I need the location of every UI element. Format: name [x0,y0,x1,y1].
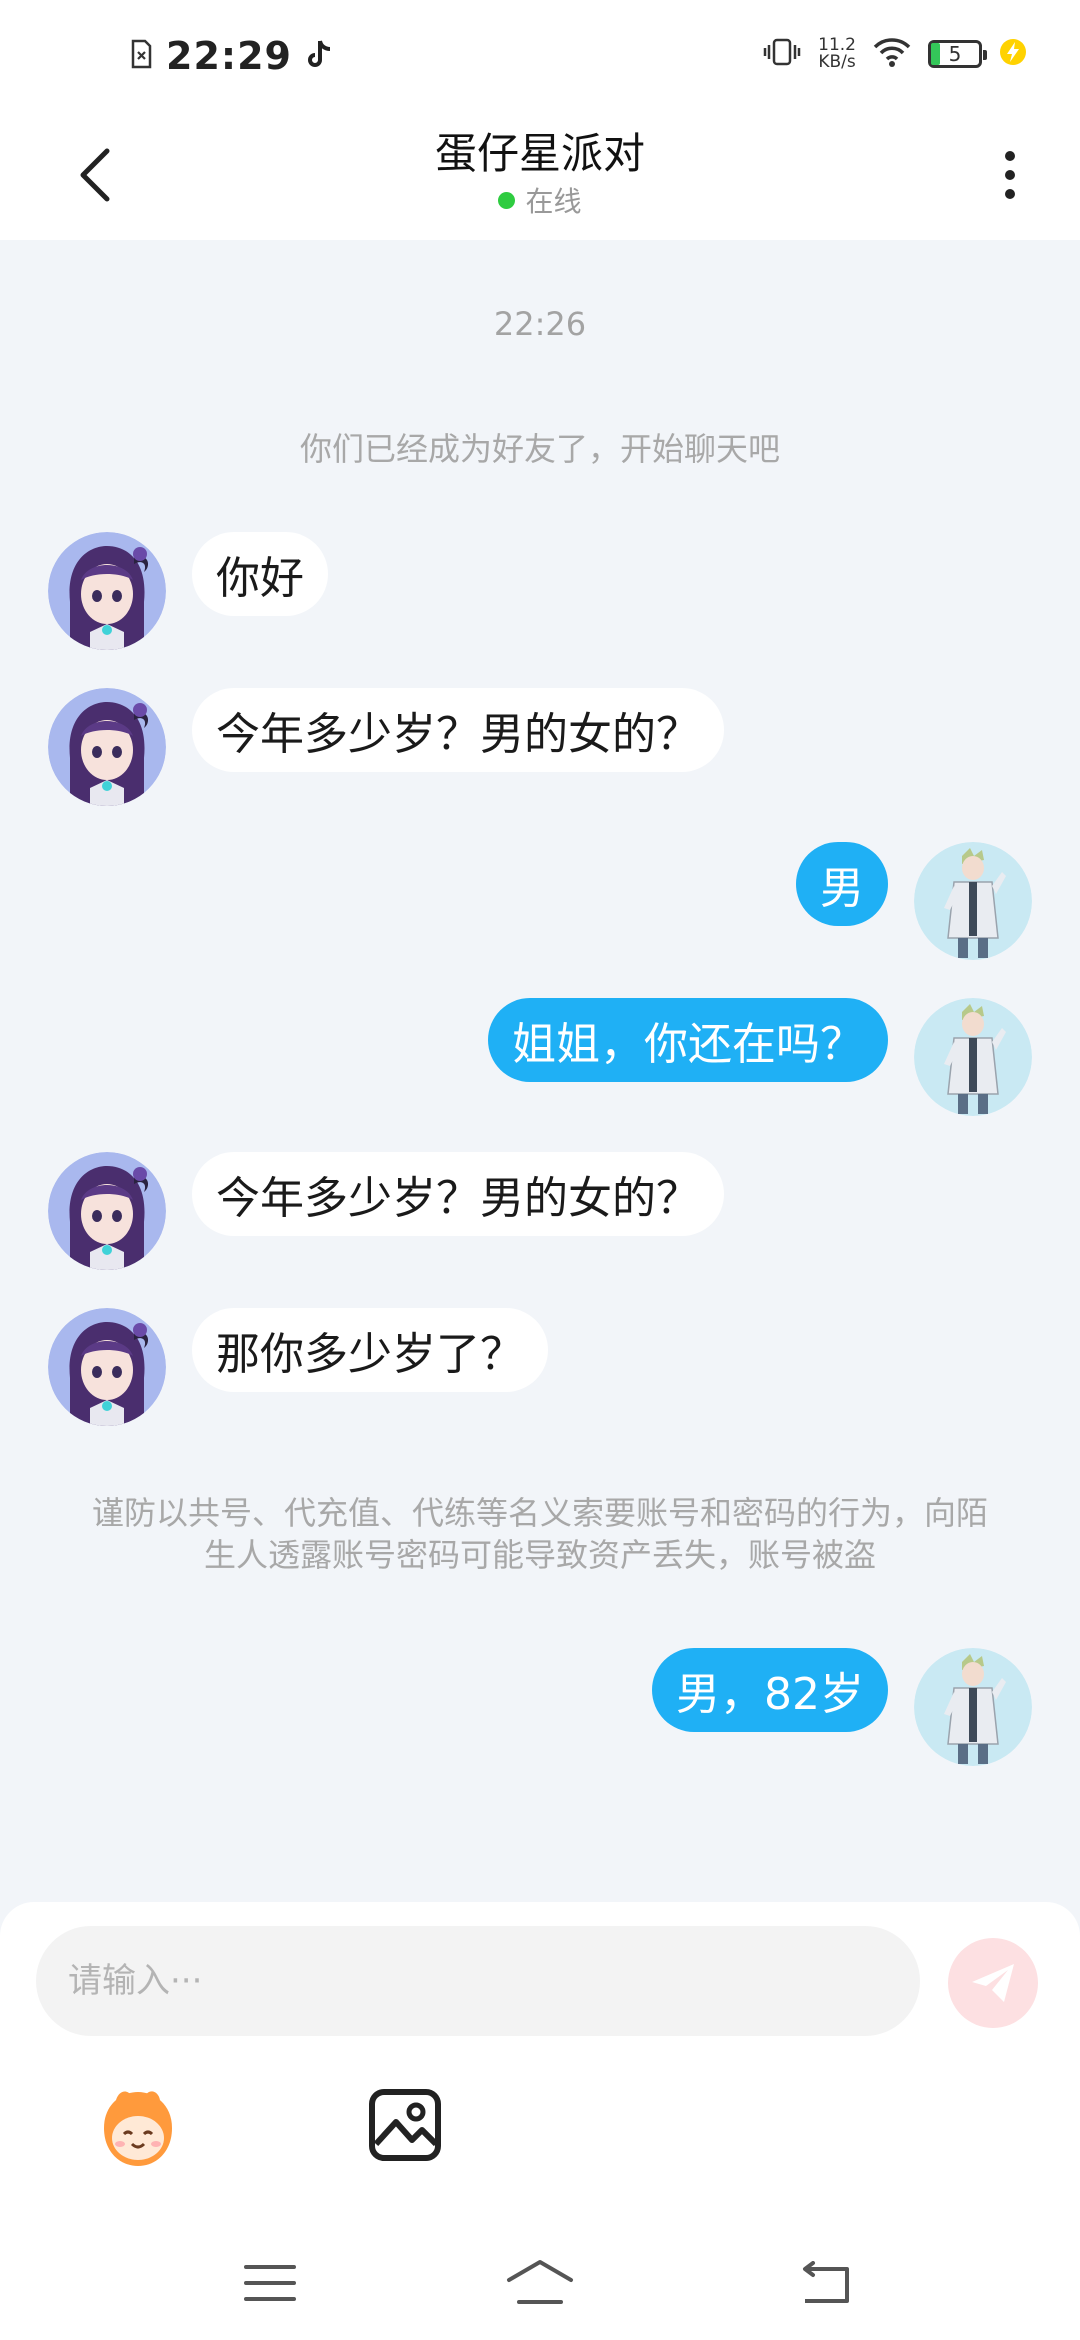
tiktok-icon [306,38,334,74]
message-input-container[interactable] [36,1926,920,2036]
my-avatar[interactable] [914,842,1032,960]
more-dot [1005,170,1015,180]
online-dot-icon [498,191,516,209]
vibrate-icon [762,37,802,71]
charging-icon [998,37,1028,71]
message-row: 男 [0,842,1080,962]
sent-message-bubble[interactable]: 男 [796,842,888,926]
message-input[interactable] [66,1960,870,2002]
status-bar: 22:29 11.2 KB/s 5 [0,0,1080,110]
message-row: 姐姐，你还在吗？ [0,998,1080,1118]
my-avatar[interactable] [914,1648,1032,1766]
friend-avatar[interactable] [48,1308,166,1426]
friend-avatar[interactable] [48,1152,166,1270]
chat-timestamp: 22:26 [493,305,587,343]
battery-level: 5 [948,42,962,66]
back-nav-button[interactable] [770,2248,880,2318]
wifi-icon [872,36,912,72]
clock: 22:29 [166,34,292,78]
sim-card-icon [130,39,152,73]
received-message-bubble[interactable]: 那你多少岁了？ [192,1308,548,1392]
eggy-emoji-button[interactable] [90,2082,186,2178]
online-status-label: 在线 [525,185,582,218]
message-row: 今年多少岁？男的女的？ [0,688,1080,808]
status-left: 22:29 [130,34,334,78]
network-speed: 11.2 KB/s [818,37,856,71]
status-right: 11.2 KB/s 5 [762,36,1028,72]
friend-avatar[interactable] [48,688,166,806]
send-button[interactable] [948,1938,1038,2028]
message-row: 男，82岁 [0,1648,1080,1768]
sent-message-bubble[interactable]: 男，82岁 [652,1648,888,1732]
return-icon [803,2261,849,2303]
security-warning: 谨防以共号、代充值、代练等名义索要账号和密码的行为，向陌生人透露账号密码可能导致… [91,1494,988,1574]
home-icon [507,2260,573,2304]
eggy-emoji-icon [104,2091,172,2166]
message-row: 你好 [0,532,1080,652]
received-message-bubble[interactable]: 今年多少岁？男的女的？ [192,688,724,772]
image-picker-button[interactable] [366,2086,444,2164]
online-status: 在线 [0,180,1080,220]
message-row: 那你多少岁了？ [0,1308,1080,1428]
chat-header: 蛋仔星派对 在线 [0,110,1080,240]
menu-icon [244,2265,296,2301]
page-title: 蛋仔星派对 [434,129,645,178]
recent-apps-button[interactable] [215,2248,325,2318]
system-message: 你们已经成为好友了，开始聊天吧 [299,430,780,468]
battery-indicator: 5 [928,40,987,68]
send-icon [972,1964,1014,2002]
friend-avatar[interactable] [48,532,166,650]
message-row: 今年多少岁？男的女的？ [0,1152,1080,1272]
my-avatar[interactable] [914,998,1032,1116]
received-message-bubble[interactable]: 今年多少岁？男的女的？ [192,1152,724,1236]
more-dot [1005,189,1015,199]
image-icon [369,2089,441,2161]
home-button[interactable] [485,2248,595,2318]
sent-message-bubble[interactable]: 姐姐，你还在吗？ [488,998,888,1082]
more-options-button[interactable] [980,140,1040,210]
system-navigation-bar [0,2220,1080,2340]
more-vertical-icon [1005,151,1015,161]
received-message-bubble[interactable]: 你好 [192,532,328,616]
network-speed-unit: KB/s [818,52,856,72]
